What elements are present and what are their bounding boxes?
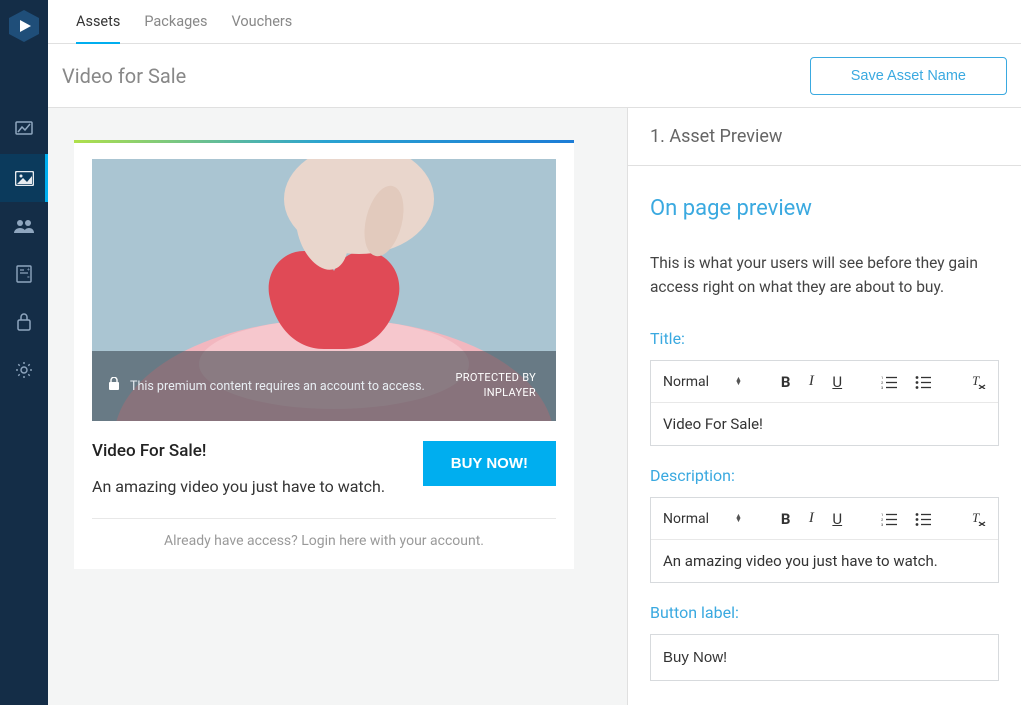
description-editor: Normal ▲▼ B I U 123 [650,497,999,583]
buy-now-button[interactable]: BUY NOW! [423,441,556,486]
nav-dashboard[interactable] [0,106,48,154]
ordered-list-button[interactable]: 123 [881,375,897,389]
button-label-input[interactable] [650,634,999,681]
main: Assets Packages Vouchers Video for Sale … [48,0,1021,705]
lock-icon [108,377,120,395]
description-toolbar: Normal ▲▼ B I U 123 [651,498,998,540]
svg-text:3: 3 [881,522,883,526]
preview-image: This premium content requires an account… [92,159,556,421]
title-toolbar: Normal ▲▼ B I U 123 [651,361,998,403]
tab-packages[interactable]: Packages [144,1,207,42]
format-select[interactable]: Normal ▲▼ [663,511,742,527]
svg-text:3: 3 [881,385,883,389]
title-input[interactable]: Video For Sale! [651,403,998,445]
title-editor: Normal ▲▼ B I U 123 [650,360,999,446]
step-header: 1. Asset Preview [628,108,1021,166]
unordered-list-button[interactable] [915,375,931,389]
sidebar: += [0,0,48,705]
bold-button[interactable]: B [781,510,791,528]
section-desc: This is what your users will see before … [650,251,999,299]
tab-assets[interactable]: Assets [76,1,120,44]
preview-card: This premium content requires an account… [74,140,574,569]
nav-assets[interactable] [0,154,48,202]
title-row: Video for Sale Save Asset Name [48,44,1021,108]
format-select[interactable]: Normal ▲▼ [663,374,742,390]
svg-text:+: + [27,267,30,273]
app-logo [4,6,44,46]
unordered-list-button[interactable] [915,512,931,526]
preview-desc: An amazing video you just have to watch. [92,477,403,496]
login-link[interactable]: Already have access? Login here with you… [92,518,556,549]
chevron-updown-icon: ▲▼ [735,515,742,522]
protected-by: PROTECTED BY INPLAYER [456,371,537,401]
nav-access[interactable] [0,298,48,346]
italic-button[interactable]: I [808,510,814,527]
clear-format-button[interactable]: T [970,374,986,389]
page-title: Video for Sale [62,64,186,88]
italic-button[interactable]: I [808,373,814,390]
overlay-message: This premium content requires an account… [130,379,425,394]
nav-settings[interactable] [0,346,48,394]
underline-button[interactable]: U [832,373,842,391]
preview-title: Video For Sale! [92,441,403,461]
chevron-updown-icon: ▲▼ [735,378,742,385]
svg-text:=: = [27,275,30,281]
button-label-label: Button label: [650,603,999,622]
preview-overlay: This premium content requires an account… [92,351,556,421]
title-label: Title: [650,329,999,348]
section-heading: On page preview [650,196,999,221]
nav-reports[interactable]: += [0,250,48,298]
tabs: Assets Packages Vouchers [48,0,1021,44]
svg-text:T: T [972,374,980,388]
tab-vouchers[interactable]: Vouchers [231,1,292,42]
bold-button[interactable]: B [781,373,791,391]
ordered-list-button[interactable]: 123 [881,512,897,526]
description-input[interactable]: An amazing video you just have to watch. [651,540,998,582]
description-label: Description: [650,466,999,485]
form-panel: 1. Asset Preview On page preview This is… [628,108,1021,705]
nav-audience[interactable] [0,202,48,250]
save-asset-name-button[interactable]: Save Asset Name [810,57,1007,95]
preview-panel: This premium content requires an account… [48,108,628,705]
clear-format-button[interactable]: T [970,511,986,526]
svg-text:T: T [972,511,980,525]
underline-button[interactable]: U [832,510,842,528]
